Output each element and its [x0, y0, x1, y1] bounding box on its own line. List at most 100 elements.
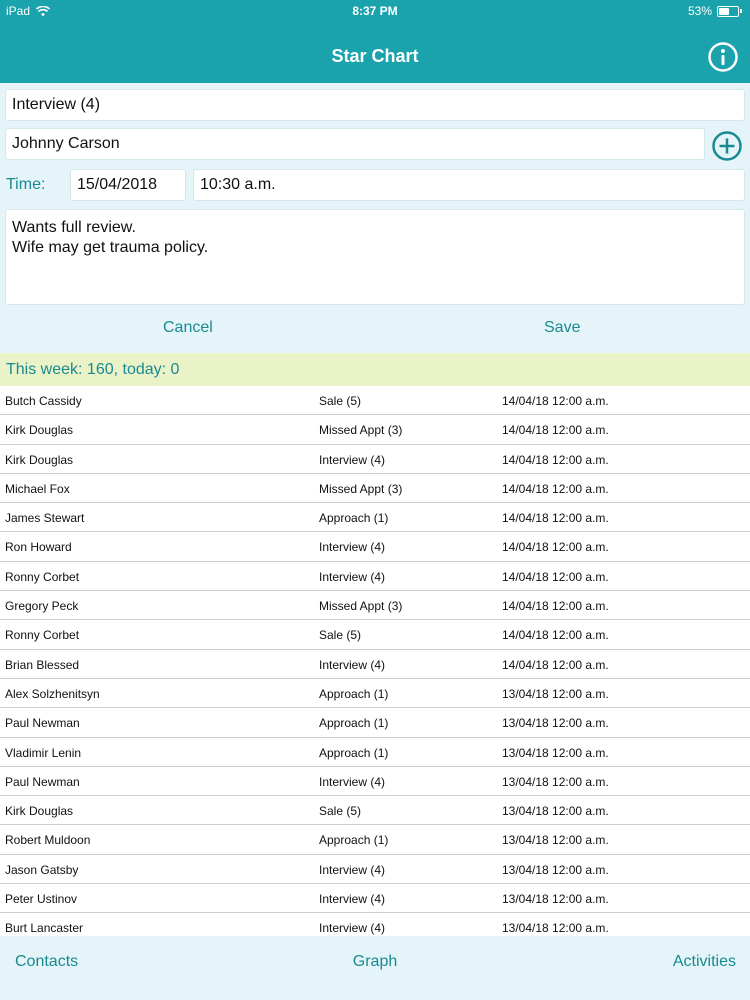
- contact-name: Robert Muldoon: [5, 833, 91, 848]
- contact-name: Ronny Corbet: [5, 628, 80, 643]
- info-icon[interactable]: [707, 41, 739, 73]
- tab-graph[interactable]: Graph: [353, 953, 397, 970]
- activity-type: Interview (4): [319, 452, 386, 467]
- list-item[interactable]: Michael Fox Missed Appt (3) 14/04/18 12:00…: [0, 474, 750, 504]
- contact-name: Kirk Douglas: [5, 423, 74, 438]
- notes-textarea[interactable]: Wants full review. Wife may get trauma p…: [5, 209, 745, 305]
- status-time: 8:37 PM: [352, 4, 398, 18]
- date-field[interactable]: 15/04/2018: [70, 169, 186, 201]
- list-item[interactable]: Robert Muldoon Approach (1) 13/04/18 12:00…: [0, 825, 750, 855]
- cancel-button[interactable]: Cancel: [163, 319, 213, 337]
- list-item[interactable]: Ron Howard Interview (4) 14/04/18 12:00 a.…: [0, 532, 750, 562]
- contact-name: Vladimir Lenin: [5, 745, 82, 760]
- activity-type: Interview (4): [319, 862, 386, 877]
- list-item[interactable]: Kirk Douglas Interview (4) 14/04/18 12:00 …: [0, 445, 750, 474]
- list-item[interactable]: Vladimir Lenin Approach (1) 13/04/18 12:00…: [0, 738, 750, 767]
- activity-date: 14/04/18 12:00 a.m.: [502, 423, 609, 438]
- time-label: Time:: [6, 176, 46, 193]
- list-item[interactable]: Ronny Corbet Sale (5) 14/04/18 12:00 a.m.: [0, 620, 750, 650]
- list-item[interactable]: Peter Ustinov Interview (4) 13/04/18 12:00…: [0, 884, 750, 914]
- add-circle-icon[interactable]: [711, 130, 743, 162]
- contact-name: Ronny Corbet: [5, 569, 80, 584]
- header-bar: iPad 8:37 PM 53% Star Chart: [0, 0, 750, 83]
- activity-date: 14/04/18 12:00 a.m.: [502, 481, 609, 496]
- activity-type: Sale (5): [319, 394, 362, 408]
- activity-date: 13/04/18 12:00 a.m.: [502, 833, 609, 848]
- time-value: 10:30 a.m.: [200, 176, 276, 193]
- contact-name: Gregory Peck: [5, 599, 79, 614]
- activity-type: Approach (1): [319, 833, 389, 848]
- activity-date: 14/04/18 12:00 a.m.: [502, 657, 609, 672]
- contact-name: Kirk Douglas: [5, 804, 74, 819]
- activity-type: Interview (4): [319, 657, 386, 672]
- list-item[interactable]: Kirk Douglas Missed Appt (3) 14/04/18 12:0…: [0, 415, 750, 445]
- activity-type: Sale (5): [319, 804, 362, 819]
- activity-type: Missed Appt (3): [319, 599, 403, 614]
- list-item[interactable]: Butch Cassidy Sale (5) 14/04/18 12:00 a.m.: [0, 386, 750, 416]
- activity-type: Interview (4): [319, 540, 386, 555]
- activity-date: 13/04/18 12:00 a.m.: [502, 745, 609, 760]
- list-item[interactable]: Gregory Peck Missed Appt (3) 14/04/18 12:0…: [0, 591, 750, 621]
- activity-form: Interview (4) Johnny Carson Time: 15/04/…: [0, 83, 750, 353]
- activity-date: 13/04/18 12:00 a.m.: [502, 862, 609, 877]
- list-item[interactable]: Jason Gatsby Interview (4) 13/04/18 12:00 …: [0, 855, 750, 885]
- contact-name: Michael Fox: [5, 481, 70, 496]
- activity-date: 14/04/18 12:00 a.m.: [502, 540, 609, 555]
- contact-name: Alex Solzhenitsyn: [5, 686, 100, 701]
- activity-type-field[interactable]: Interview (4): [5, 89, 745, 121]
- activity-date: 14/04/18 12:00 a.m.: [502, 599, 609, 614]
- activity-type: Approach (1): [319, 745, 389, 760]
- tab-activities[interactable]: Activities: [673, 953, 736, 971]
- activity-date: 13/04/18 12:00 a.m.: [502, 774, 609, 789]
- status-bar: iPad 8:37 PM 53%: [0, 0, 750, 22]
- list-item[interactable]: Brian Blessed Interview (4) 14/04/18 12:00…: [0, 650, 750, 679]
- tab-graph-wrapper: Graph: [0, 953, 750, 971]
- activity-date: 14/04/18 12:00 a.m.: [502, 569, 609, 584]
- activity-date: 14/04/18 12:00 a.m.: [502, 628, 609, 643]
- contact-name: Butch Cassidy: [5, 394, 82, 408]
- activity-type-value: Interview (4): [12, 96, 101, 113]
- battery-icon: [717, 5, 739, 17]
- activity-type: Interview (4): [319, 892, 386, 907]
- battery-percent: 53%: [687, 4, 712, 18]
- contact-name: Peter Ustinov: [5, 892, 78, 907]
- activity-date: 14/04/18 12:00 a.m.: [502, 394, 609, 408]
- list-item[interactable]: Burt Lancaster Interview (4) 13/04/18 12:0…: [0, 913, 750, 936]
- contact-name-field[interactable]: Johnny Carson: [5, 128, 705, 160]
- list-item[interactable]: Kirk Douglas Sale (5) 13/04/18 12:00 a.m.: [0, 796, 750, 826]
- battery-group: 53%: [688, 4, 742, 18]
- weekly-summary-banner: This week: 160, today: 0: [0, 353, 750, 386]
- activity-type: Interview (4): [319, 569, 386, 584]
- page-title: Star Chart: [331, 46, 419, 66]
- weekly-summary-text: This week: 160, today: 0: [6, 360, 180, 378]
- contact-name: James Stewart: [5, 511, 85, 526]
- list-item[interactable]: Ronny Corbet Interview (4) 14/04/18 12:00 …: [0, 562, 750, 592]
- contact-name: Brian Blessed: [5, 657, 80, 672]
- contact-name: Kirk Douglas: [5, 452, 74, 467]
- contact-name: Paul Newman: [5, 716, 80, 731]
- activity-date: 13/04/18 12:00 a.m.: [502, 804, 609, 819]
- battery-tip: [740, 9, 742, 13]
- activity-date: 13/04/18 12:00 a.m.: [502, 686, 609, 701]
- list-item[interactable]: Alex Solzhenitsyn Approach (1) 13/04/18 12…: [0, 679, 750, 709]
- date-value: 15/04/2018: [77, 176, 158, 193]
- activity-date: 13/04/18 12:00 a.m.: [502, 892, 609, 907]
- tab-contacts[interactable]: Contacts: [15, 953, 78, 971]
- battery-level-fill: [719, 7, 729, 15]
- activity-type: Interview (4): [319, 921, 386, 936]
- list-item[interactable]: Paul Newman Approach (1) 13/04/18 12:00 a.…: [0, 708, 750, 738]
- activity-type: Approach (1): [319, 716, 389, 731]
- list-item[interactable]: James Stewart Approach (1) 14/04/18 12:00 …: [0, 503, 750, 533]
- time-field[interactable]: 10:30 a.m.: [193, 169, 745, 201]
- contact-name: Ron Howard: [5, 540, 72, 555]
- activity-date: 14/04/18 12:00 a.m.: [502, 511, 609, 526]
- activity-type: Missed Appt (3): [319, 481, 403, 496]
- save-button[interactable]: Save: [544, 319, 580, 337]
- contact-name-value: Johnny Carson: [12, 135, 120, 152]
- list-item[interactable]: Paul Newman Interview (4) 13/04/18 12:00 a…: [0, 767, 750, 797]
- notes-line: Wants full review.: [12, 219, 136, 236]
- contact-name: Paul Newman: [5, 774, 80, 789]
- notes-line: Wife may get trauma policy.: [12, 239, 209, 256]
- activity-date: 14/04/18 12:00 a.m.: [502, 452, 609, 467]
- activity-list[interactable]: Butch Cassidy Sale (5) 14/04/18 12:00 a.m.…: [0, 386, 750, 936]
